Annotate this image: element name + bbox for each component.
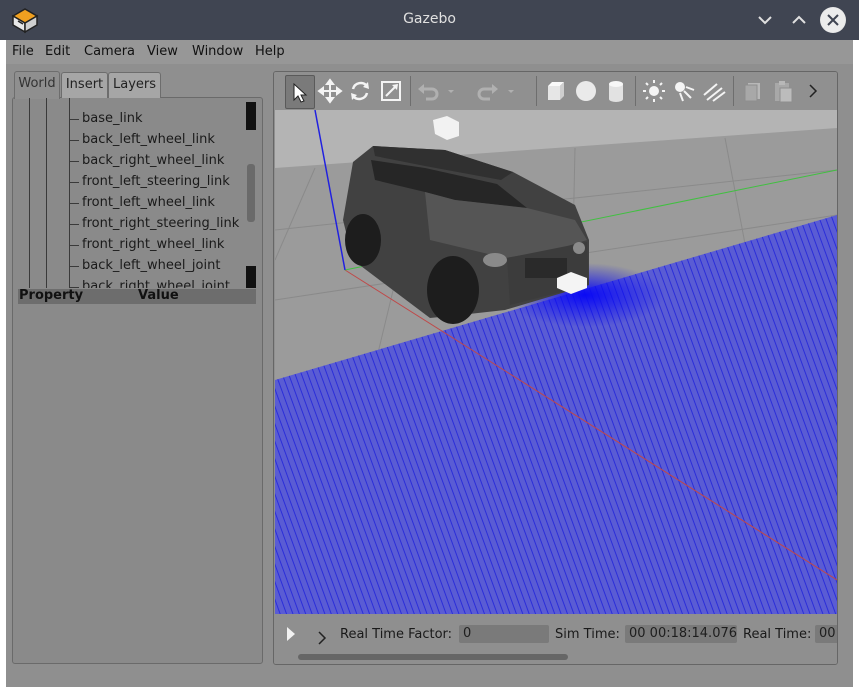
spot-light-icon[interactable] <box>670 75 698 107</box>
tab-insert[interactable]: Insert <box>61 72 108 98</box>
tab-layers[interactable]: Layers <box>108 72 161 98</box>
close-window-button[interactable] <box>820 7 846 33</box>
tree-connector <box>70 182 79 183</box>
viewport-toolbar <box>274 72 837 110</box>
property-column-header: Property <box>19 288 84 303</box>
menu-file[interactable]: File <box>12 44 34 59</box>
menu-edit[interactable]: Edit <box>45 44 70 59</box>
real-time-value: 00 <box>815 625 837 643</box>
menu-camera[interactable]: Camera <box>84 44 135 59</box>
point-light-icon[interactable] <box>640 75 668 107</box>
cylinder-icon[interactable] <box>602 75 630 107</box>
copy-icon[interactable] <box>739 75 767 107</box>
tree-item-front-left-steering-link[interactable]: front_left_steering_link <box>82 174 230 189</box>
value-column-header: Value <box>138 288 179 303</box>
render-viewport-panel: Real Time Factor: 0 Sim Time: 00 00:18:1… <box>273 71 838 665</box>
minimize-window-button[interactable] <box>753 8 777 32</box>
tree-guide-line <box>46 98 47 288</box>
tree-item-front-right-steering-link[interactable]: front_right_steering_link <box>82 216 239 231</box>
menu-bar: File Edit Camera View Window Help <box>6 40 853 64</box>
tree-item-back-left-wheel-joint[interactable]: back_left_wheel_joint <box>82 258 220 273</box>
paste-icon[interactable] <box>769 75 797 107</box>
tree-connector <box>70 161 79 162</box>
tree-connector <box>70 203 79 204</box>
toolbar-separator <box>536 76 537 106</box>
tree-guide-line <box>69 98 70 288</box>
select-arrow-icon[interactable] <box>285 75 315 109</box>
tree-connector <box>70 140 79 141</box>
directional-light-icon[interactable] <box>700 75 728 107</box>
sim-time-label: Sim Time: <box>555 627 620 642</box>
rotate-icon[interactable] <box>346 75 374 107</box>
property-table-header: Property Value <box>18 288 256 304</box>
undo-history-dropdown[interactable] <box>444 75 458 107</box>
step-forward-icon[interactable] <box>316 630 328 646</box>
tree-guide-line <box>29 98 30 288</box>
tree-item-base-link[interactable]: base_link <box>82 111 142 126</box>
redo-history-dropdown[interactable] <box>504 75 518 107</box>
simulation-status-bar: Real Time Factor: 0 Sim Time: 00 00:18:1… <box>274 614 837 664</box>
menu-view[interactable]: View <box>147 44 178 59</box>
tree-item-back-left-wheel-link[interactable]: back_left_wheel_link <box>82 132 215 147</box>
tab-world[interactable]: World <box>14 71 60 99</box>
tree-item-front-left-wheel-link[interactable]: front_left_wheel_link <box>82 195 215 210</box>
redo-icon[interactable] <box>474 75 502 107</box>
undo-icon[interactable] <box>414 75 442 107</box>
sphere-icon[interactable] <box>572 75 600 107</box>
3d-scene-view[interactable] <box>275 110 837 614</box>
scale-icon[interactable] <box>377 75 405 107</box>
tree-connector <box>70 119 79 120</box>
toolbar-separator <box>733 76 734 106</box>
box-icon[interactable] <box>542 75 570 107</box>
tree-scrollbar[interactable] <box>246 100 256 288</box>
maximize-window-button[interactable] <box>787 8 811 32</box>
real-time-factor-value: 0 <box>459 625 549 643</box>
menu-help[interactable]: Help <box>255 44 285 59</box>
tree-connector <box>70 245 79 246</box>
translate-icon[interactable] <box>316 75 344 107</box>
toolbar-separator <box>635 76 636 106</box>
sim-time-value: 00 00:18:14.076 <box>625 625 737 643</box>
model-tree[interactable]: base_link back_left_wheel_link back_righ… <box>12 98 250 288</box>
play-icon[interactable] <box>286 626 296 642</box>
toolbar-separator <box>410 76 411 106</box>
tree-connector <box>70 224 79 225</box>
window-title: Gazebo <box>403 11 456 27</box>
tree-connector <box>70 266 79 267</box>
chevron-right-icon[interactable] <box>802 75 824 107</box>
window-titlebar[interactable]: Gazebo <box>0 0 859 40</box>
tree-item-back-right-wheel-joint[interactable]: back_right_wheel_joint <box>82 279 230 288</box>
menu-window[interactable]: Window <box>192 44 243 59</box>
tree-item-front-right-wheel-link[interactable]: front_right_wheel_link <box>82 237 224 252</box>
status-horizontal-scrollbar[interactable] <box>298 654 568 660</box>
real-time-label: Real Time: <box>743 627 812 642</box>
tree-item-back-right-wheel-link[interactable]: back_right_wheel_link <box>82 153 224 168</box>
real-time-factor-label: Real Time Factor: <box>340 627 453 642</box>
